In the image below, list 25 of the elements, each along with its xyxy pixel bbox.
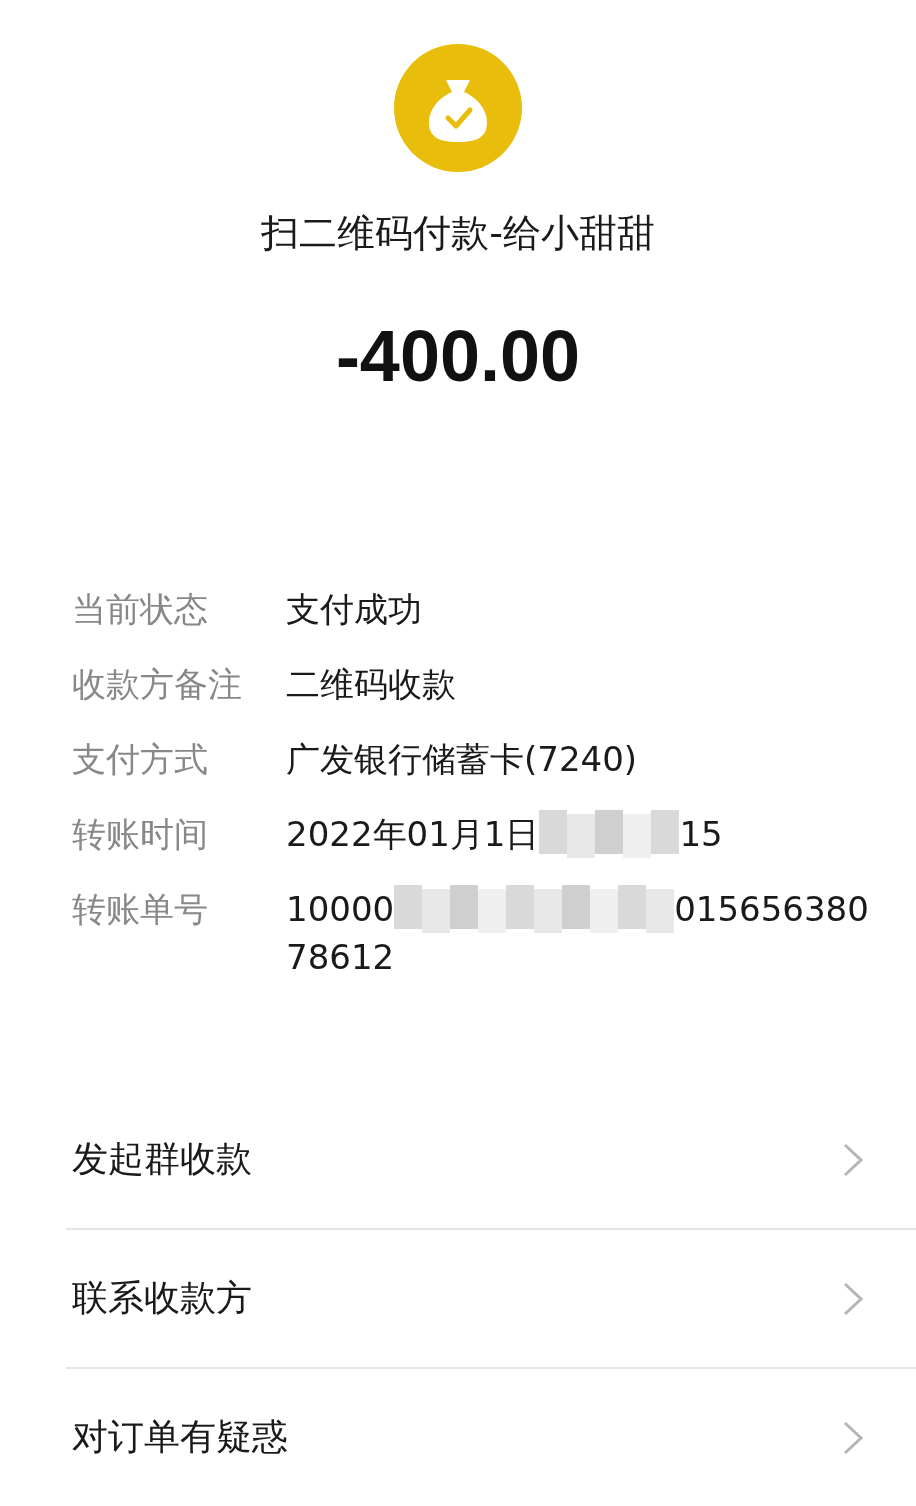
chevron-right-icon — [842, 1141, 864, 1178]
detail-value: 2022年01月1日 — [286, 813, 540, 856]
detail-value: 015656380 — [674, 888, 869, 931]
detail-value: 15 — [679, 813, 723, 856]
money-bag-icon — [394, 44, 522, 172]
menu-label: 联系收款方 — [72, 1276, 252, 1320]
menu-label: 对订单有疑惑 — [72, 1415, 288, 1459]
detail-label: 转账时间 — [72, 813, 209, 856]
detail-value: 78612 — [286, 936, 395, 979]
detail-label: 转账单号 — [72, 888, 209, 931]
detail-value: 10000 — [286, 888, 395, 931]
chevron-right-icon — [842, 1419, 864, 1456]
menu-item[interactable]: 对订单有疑惑 — [66, 1369, 916, 1506]
chevron-right-icon — [842, 1280, 864, 1317]
payment-amount: -400.00 — [335, 315, 581, 397]
menu-item[interactable]: 发起群收款 — [0, 1091, 916, 1228]
menu-label: 发起群收款 — [72, 1137, 252, 1181]
detail-value: 广发银行储蓄卡(7240) — [286, 738, 638, 781]
detail-label: 当前状态 — [72, 588, 209, 631]
payment-title: 扫二维码付款-给小甜甜 — [261, 210, 655, 257]
detail-value: 支付成功 — [286, 588, 422, 631]
detail-value: 二维码收款 — [286, 663, 456, 706]
menu-item[interactable]: 联系收款方 — [66, 1230, 916, 1367]
detail-label: 支付方式 — [72, 738, 209, 781]
detail-label: 收款方备注 — [72, 663, 243, 706]
